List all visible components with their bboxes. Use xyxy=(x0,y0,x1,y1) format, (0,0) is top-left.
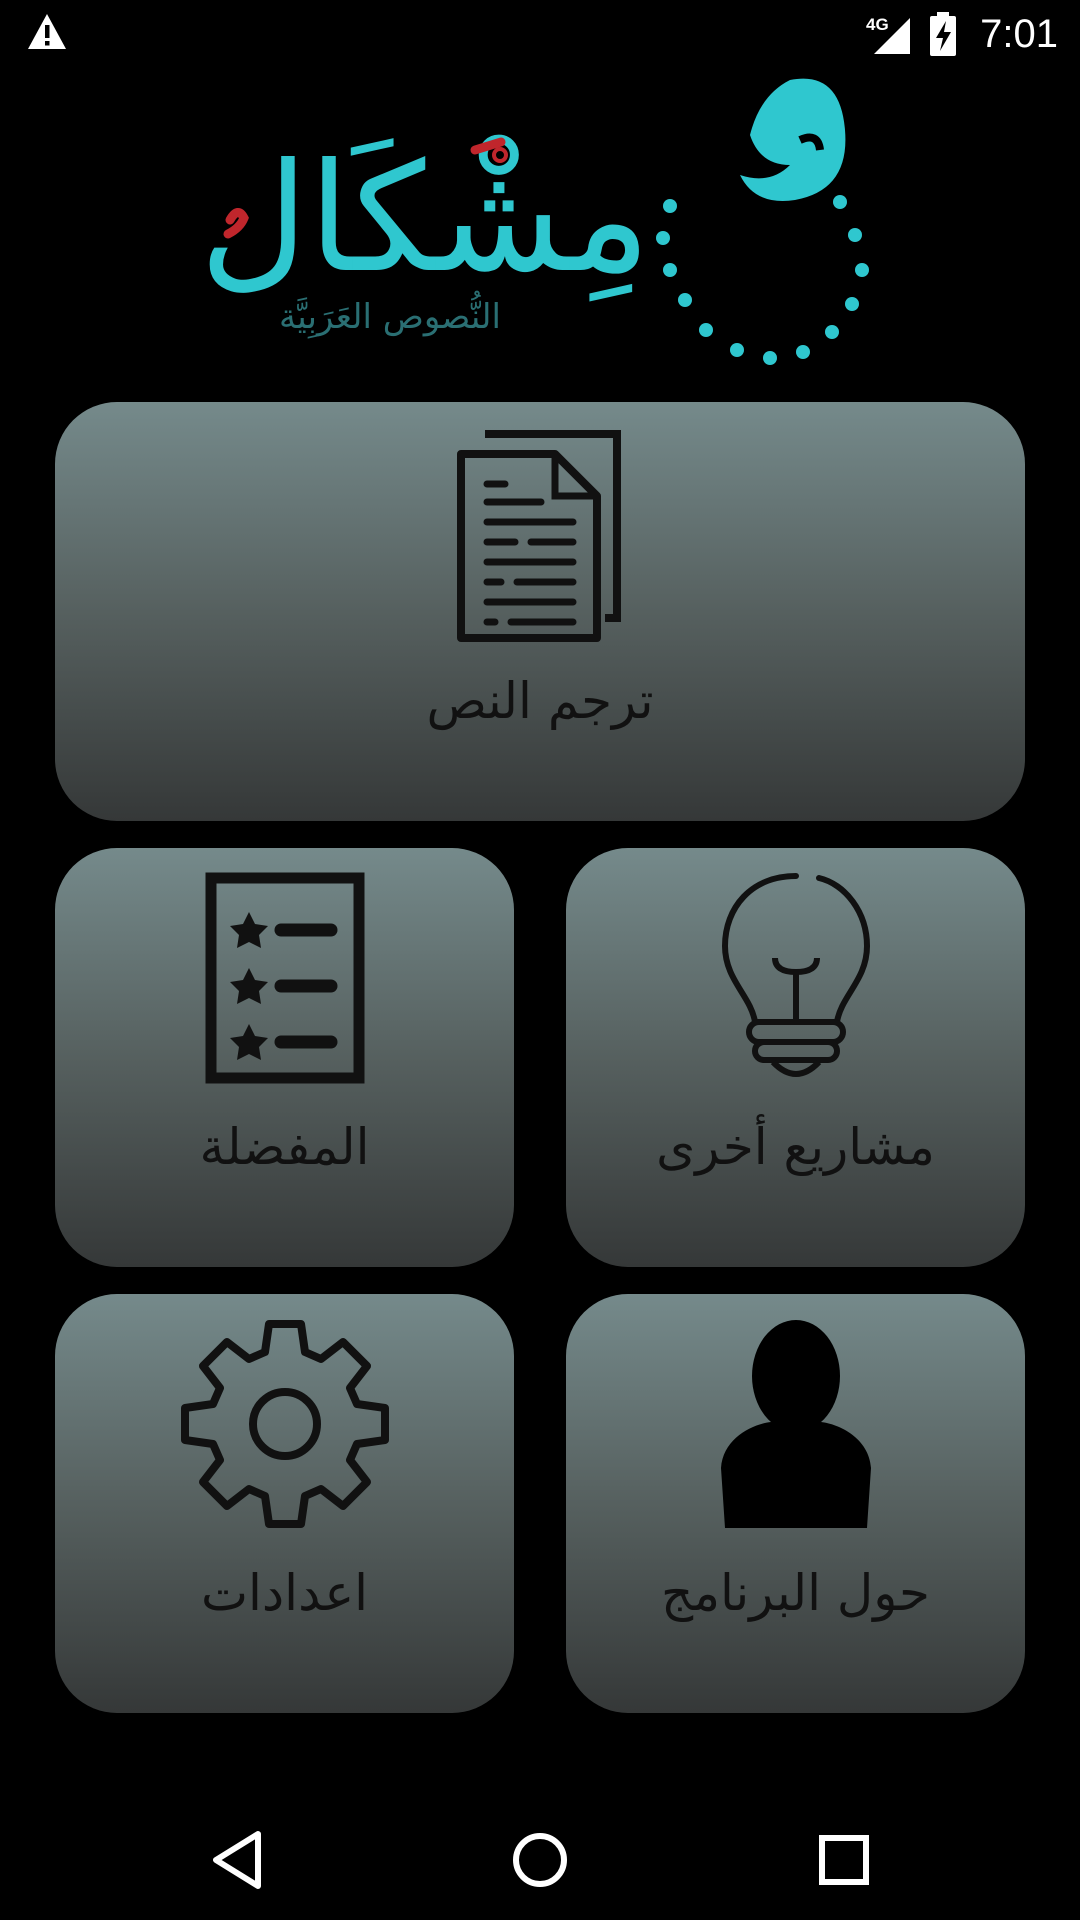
translate-text-label: ترجم النص xyxy=(426,672,654,730)
back-icon[interactable] xyxy=(208,1828,272,1892)
translate-text-button[interactable]: ترجم النص xyxy=(55,402,1025,821)
other-projects-label: مشاريع أخرى xyxy=(656,1118,935,1176)
status-time: 7:01 xyxy=(980,11,1058,56)
logo-subtitle: النُّصوص العَرَبِيَّة xyxy=(279,291,501,338)
signal-icon: 4G xyxy=(866,15,911,54)
home-icon[interactable] xyxy=(508,1828,572,1892)
document-icon xyxy=(457,430,621,642)
settings-button[interactable]: اعدادات xyxy=(55,1294,514,1713)
settings-label: اعدادات xyxy=(200,1564,369,1622)
person-icon xyxy=(720,1320,871,1528)
about-button[interactable]: حول البرنامج xyxy=(566,1294,1025,1713)
logo-title: مِشْكَال xyxy=(200,132,651,306)
lightbulb-icon xyxy=(721,873,870,1077)
gear-icon xyxy=(180,1320,389,1528)
recents-icon[interactable] xyxy=(812,1828,876,1892)
warning-icon xyxy=(28,14,66,49)
status-bar: 4G 7:01 xyxy=(0,0,1080,66)
about-label: حول البرنامج xyxy=(661,1564,930,1622)
battery-charging-icon xyxy=(930,12,957,56)
favorites-button[interactable]: المفضلة xyxy=(55,848,514,1267)
other-projects-button[interactable]: مشاريع أخرى xyxy=(566,848,1025,1267)
app-logo: مِشْكَال النُّصوص العَرَبِيَّة xyxy=(200,78,869,365)
logo-mark-icon xyxy=(656,78,869,365)
screen: 4G 7:01 مِشْكَال النُّصوص العَرَبِيَّة ت… xyxy=(0,0,1080,1920)
favorites-label: المفضلة xyxy=(199,1118,370,1176)
navigation-bar xyxy=(0,1800,1080,1920)
network-type: 4G xyxy=(866,15,889,34)
star-list-icon xyxy=(205,872,364,1084)
status-right: 4G 7:01 xyxy=(864,6,1058,62)
